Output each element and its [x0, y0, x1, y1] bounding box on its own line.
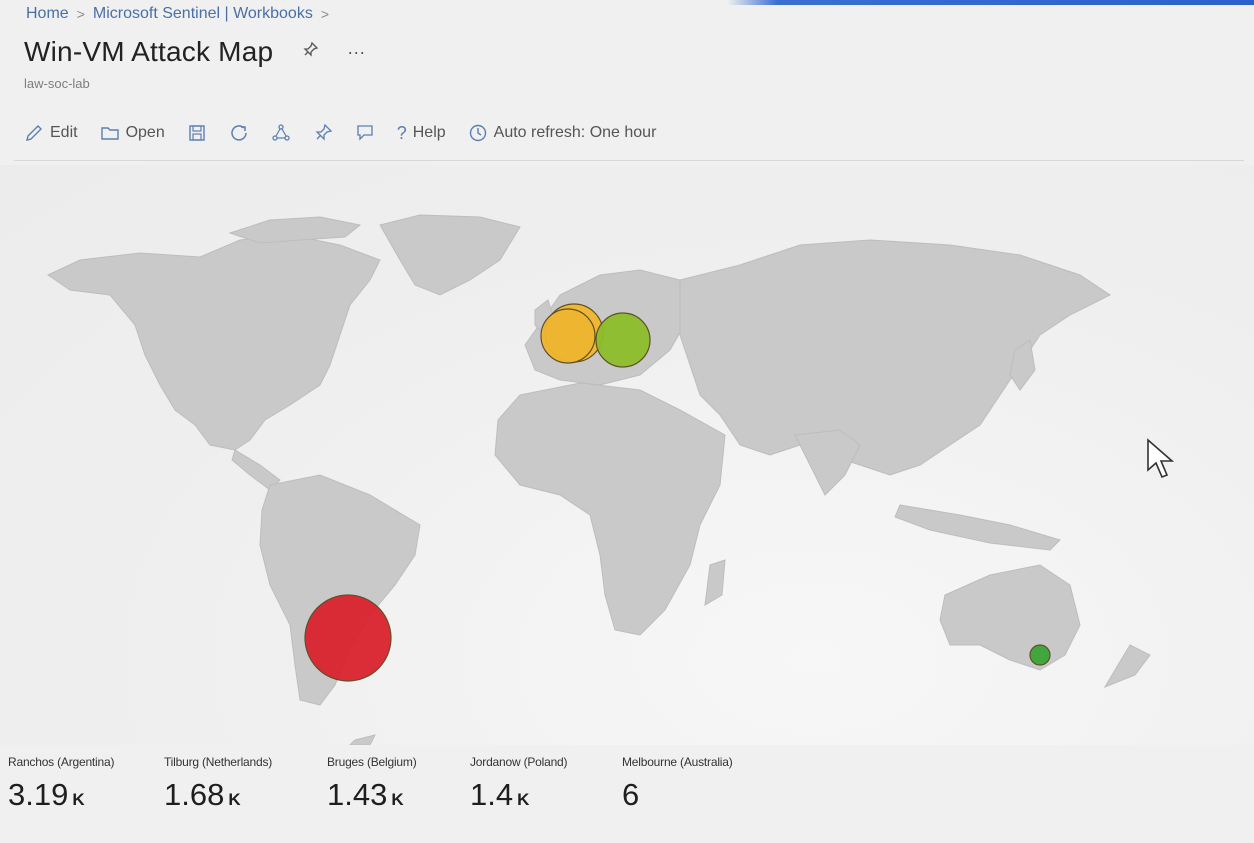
- breadcrumb: Home > Microsoft Sentinel | Workbooks >: [26, 5, 329, 23]
- auto-refresh-label: Auto refresh: One hour: [493, 124, 657, 141]
- more-options-button[interactable]: ···: [347, 42, 365, 63]
- save-button[interactable]: [187, 123, 207, 143]
- stat-label: Bruges (Belgium): [327, 755, 417, 769]
- stat-ranchos-argentina[interactable]: Ranchos (Argentina) 3.19 K: [8, 755, 114, 813]
- edit-label: Edit: [50, 124, 78, 141]
- arctic-islands-landmass: [228, 216, 362, 244]
- stat-label: Ranchos (Argentina): [8, 755, 115, 769]
- question-mark-icon: ?: [396, 122, 407, 143]
- southeast-asia-islands-landmass: [894, 504, 1061, 551]
- stat-label: Tilburg (Netherlands): [164, 755, 273, 769]
- north-america-landmass: [46, 234, 381, 451]
- share-button[interactable]: [271, 123, 291, 143]
- pencil-icon: [24, 123, 44, 143]
- stat-value: 6: [622, 777, 640, 812]
- stat-label: Jordanow (Poland): [470, 755, 568, 769]
- edit-button[interactable]: Edit: [24, 123, 78, 143]
- breadcrumb-home[interactable]: Home: [26, 5, 69, 23]
- auto-refresh-button[interactable]: Auto refresh: One hour: [468, 123, 657, 143]
- breadcrumb-sentinel-workbooks[interactable]: Microsoft Sentinel | Workbooks: [93, 5, 313, 23]
- share-icon: [271, 123, 291, 143]
- stat-value: 3.19 K: [8, 777, 85, 812]
- help-button[interactable]: ? Help: [397, 123, 446, 144]
- stat-value: 1.68 K: [164, 777, 241, 812]
- open-button[interactable]: Open: [100, 123, 165, 143]
- bubble-melbourne-australia[interactable]: [1029, 644, 1051, 666]
- chevron-right-icon: >: [76, 6, 85, 22]
- pin-button[interactable]: [313, 123, 333, 143]
- workspace-subtitle: law-soc-lab: [24, 76, 90, 91]
- mouse-pointer-icon: [1146, 438, 1176, 485]
- refresh-icon: [229, 123, 249, 143]
- chevron-right-icon: >: [320, 6, 330, 22]
- stat-value: 1.4 K: [470, 777, 530, 812]
- antarctic-peninsula-landmass: [349, 734, 376, 745]
- bubble-bruges-belgium[interactable]: [540, 308, 596, 364]
- world-map-svg: [46, 214, 1151, 745]
- stat-tilburg-netherlands[interactable]: Tilburg (Netherlands) 1.68 K: [164, 755, 272, 813]
- stat-bruges-belgium[interactable]: Bruges (Belgium) 1.43 K: [327, 755, 417, 813]
- stat-jordanow-poland[interactable]: Jordanow (Poland) 1.4 K: [470, 755, 568, 813]
- help-label: Help: [412, 124, 446, 141]
- asia-landmass: [679, 239, 1111, 476]
- feedback-icon: [355, 123, 375, 143]
- bubble-ranchos-argentina[interactable]: [304, 594, 392, 682]
- pin-icon: [313, 123, 333, 143]
- title-row: Win-VM Attack Map ···: [24, 36, 365, 68]
- toolbar: Edit Open ? Help Auto refresh: One hour: [24, 116, 656, 150]
- bubble-jordanow-poland[interactable]: [595, 312, 651, 368]
- stat-melbourne-australia[interactable]: Melbourne (Australia) 6: [622, 755, 733, 813]
- stat-value: 1.43 K: [327, 777, 404, 812]
- australia-landmass: [939, 564, 1081, 671]
- location-stats-row: Ranchos (Argentina) 3.19 K Tilburg (Nethe…: [0, 755, 1254, 835]
- feedback-button[interactable]: [355, 123, 375, 143]
- india-landmass: [794, 429, 861, 496]
- pin-icon[interactable]: [301, 41, 319, 64]
- toolbar-divider: [14, 160, 1244, 161]
- stat-label: Melbourne (Australia): [622, 755, 733, 769]
- africa-landmass: [494, 382, 726, 636]
- greenland-landmass: [379, 214, 521, 296]
- folder-open-icon: [100, 123, 120, 143]
- save-icon: [187, 123, 207, 143]
- world-attack-map[interactable]: [0, 165, 1254, 745]
- madagascar-landmass: [704, 559, 726, 606]
- page-title: Win-VM Attack Map: [24, 36, 274, 67]
- new-zealand-landmass: [1103, 644, 1151, 689]
- history-clock-icon: [468, 123, 488, 143]
- refresh-button[interactable]: [229, 123, 249, 143]
- open-label: Open: [125, 124, 165, 141]
